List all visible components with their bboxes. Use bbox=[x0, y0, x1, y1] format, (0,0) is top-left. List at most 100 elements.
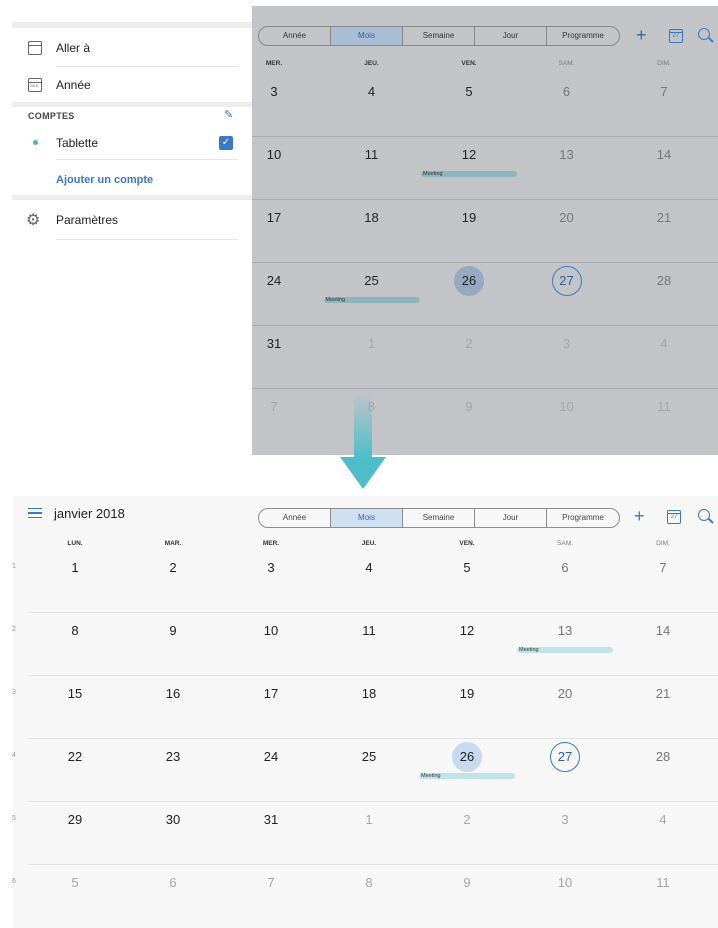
day-cell: 9 bbox=[463, 875, 471, 890]
tab-year[interactable]: Année bbox=[259, 509, 331, 527]
drawer-divider bbox=[12, 22, 252, 28]
tab-week[interactable]: Semaine bbox=[403, 27, 475, 45]
day-cell: 21 bbox=[656, 210, 672, 225]
day-cell: 3 bbox=[270, 84, 278, 99]
day-cell: 2 bbox=[465, 336, 473, 351]
weekday-header: JEU. bbox=[361, 540, 377, 547]
add-icon[interactable]: + bbox=[636, 25, 647, 45]
add-account-link[interactable]: Ajouter un compte bbox=[56, 174, 153, 186]
day-cell: 26 bbox=[461, 273, 477, 288]
day-cell: 12 bbox=[459, 623, 475, 638]
day-cell: 8 bbox=[71, 623, 79, 638]
view-tabs: Année Mois Semaine Jour Programme bbox=[258, 508, 620, 528]
day-cell: 11 bbox=[657, 399, 671, 414]
divider bbox=[56, 239, 238, 240]
today-calendar-icon[interactable]: 27 bbox=[667, 510, 681, 524]
event-label: Meeting bbox=[423, 171, 443, 177]
day-cell: 17 bbox=[266, 210, 282, 225]
day-cell: 11 bbox=[364, 147, 379, 162]
week-number: 4 bbox=[12, 752, 16, 759]
tab-month[interactable]: Mois bbox=[331, 509, 403, 527]
year-item[interactable]: 2018 Année bbox=[12, 67, 252, 103]
day-cell: 22 bbox=[67, 749, 83, 764]
week-separator bbox=[252, 262, 718, 263]
view-tabs: Année Mois Semaine Jour Programme bbox=[258, 26, 620, 46]
accounts-section-title: COMPTES bbox=[28, 111, 75, 121]
day-cell: 4 bbox=[659, 812, 667, 827]
menu-icon[interactable] bbox=[28, 508, 42, 518]
weekday-header: SAM. bbox=[557, 540, 573, 547]
navigation-drawer: Aller à 2018 Année COMPTES ✎ Tablette ✓ … bbox=[12, 22, 252, 455]
day-cell: 10 bbox=[557, 875, 573, 890]
event-label: Meeting bbox=[421, 773, 441, 779]
tab-day[interactable]: Jour bbox=[475, 509, 547, 527]
tab-day[interactable]: Jour bbox=[475, 27, 547, 45]
year-label: Année bbox=[56, 78, 91, 92]
year-calendar-icon: 2018 bbox=[28, 78, 42, 92]
day-cell: 11 bbox=[656, 875, 670, 890]
tab-agenda[interactable]: Programme bbox=[547, 27, 619, 45]
day-cell: 3 bbox=[561, 812, 569, 827]
day-cell: 4 bbox=[365, 560, 373, 575]
day-cell: 9 bbox=[169, 623, 177, 638]
week-separator bbox=[252, 388, 718, 389]
goto-calendar-icon bbox=[28, 41, 42, 55]
tab-year[interactable]: Année bbox=[259, 27, 331, 45]
day-cell: 28 bbox=[655, 749, 671, 764]
week-number: 5 bbox=[12, 815, 16, 822]
weekday-header: MER. bbox=[262, 540, 280, 547]
transition-arrow-head bbox=[340, 457, 386, 489]
add-icon[interactable]: + bbox=[634, 506, 645, 526]
tab-week[interactable]: Semaine bbox=[403, 509, 475, 527]
weekday-header: VEN. bbox=[461, 60, 477, 67]
week-separator bbox=[252, 325, 718, 326]
account-checkbox[interactable]: ✓ bbox=[219, 136, 233, 150]
search-icon[interactable] bbox=[698, 509, 710, 521]
week-number: 3 bbox=[12, 689, 16, 696]
day-cell: 6 bbox=[169, 875, 177, 890]
day-cell: 27 bbox=[559, 273, 574, 288]
week-separator bbox=[28, 738, 718, 739]
day-cell: 1 bbox=[367, 336, 376, 351]
week-separator bbox=[28, 801, 718, 802]
day-cell: 17 bbox=[263, 686, 279, 701]
settings-item[interactable]: Paramètres bbox=[12, 202, 252, 238]
day-cell: 1 bbox=[71, 560, 79, 575]
weekday-header: LUN. bbox=[67, 540, 83, 547]
goto-label: Aller à bbox=[56, 41, 91, 55]
dimmed-calendar: Année Mois Semaine Jour Programme + 27 M… bbox=[252, 6, 718, 455]
day-cell: 10 bbox=[266, 147, 282, 162]
day-cell: 9 bbox=[465, 399, 473, 414]
day-cell: 3 bbox=[562, 336, 571, 351]
edit-pencil-icon[interactable]: ✎ bbox=[224, 108, 233, 121]
day-cell: 4 bbox=[367, 84, 376, 99]
day-cell: 19 bbox=[459, 686, 475, 701]
tab-month[interactable]: Mois bbox=[331, 27, 403, 45]
day-cell: 8 bbox=[365, 875, 373, 890]
day-cell: 31 bbox=[266, 336, 282, 351]
day-cell: 19 bbox=[461, 210, 477, 225]
day-cell: 23 bbox=[165, 749, 181, 764]
day-cell: 7 bbox=[660, 84, 668, 99]
day-cell: 3 bbox=[267, 560, 275, 575]
day-cell: 10 bbox=[263, 623, 279, 638]
search-icon[interactable] bbox=[698, 28, 710, 40]
week-separator bbox=[252, 136, 718, 137]
day-cell: 7 bbox=[267, 875, 275, 890]
day-cell: 20 bbox=[559, 210, 574, 225]
month-title: janvier 2018 bbox=[54, 506, 125, 521]
day-cell: 16 bbox=[165, 686, 181, 701]
drawer-overlay-view: Année Mois Semaine Jour Programme + 27 M… bbox=[12, 0, 718, 455]
day-cell: 30 bbox=[165, 812, 181, 827]
section-band bbox=[12, 195, 252, 200]
goto-item[interactable]: Aller à bbox=[12, 30, 252, 66]
account-item-tablet[interactable]: Tablette bbox=[12, 125, 252, 161]
tab-agenda[interactable]: Programme bbox=[547, 509, 619, 527]
day-cell: 2 bbox=[169, 560, 177, 575]
day-cell: 18 bbox=[364, 210, 379, 225]
day-cell: 26 bbox=[459, 749, 475, 764]
day-cell: 13 bbox=[559, 147, 574, 162]
week-number: 6 bbox=[12, 878, 16, 885]
weekday-header: MER. bbox=[265, 60, 283, 67]
today-calendar-icon[interactable]: 27 bbox=[669, 29, 683, 43]
